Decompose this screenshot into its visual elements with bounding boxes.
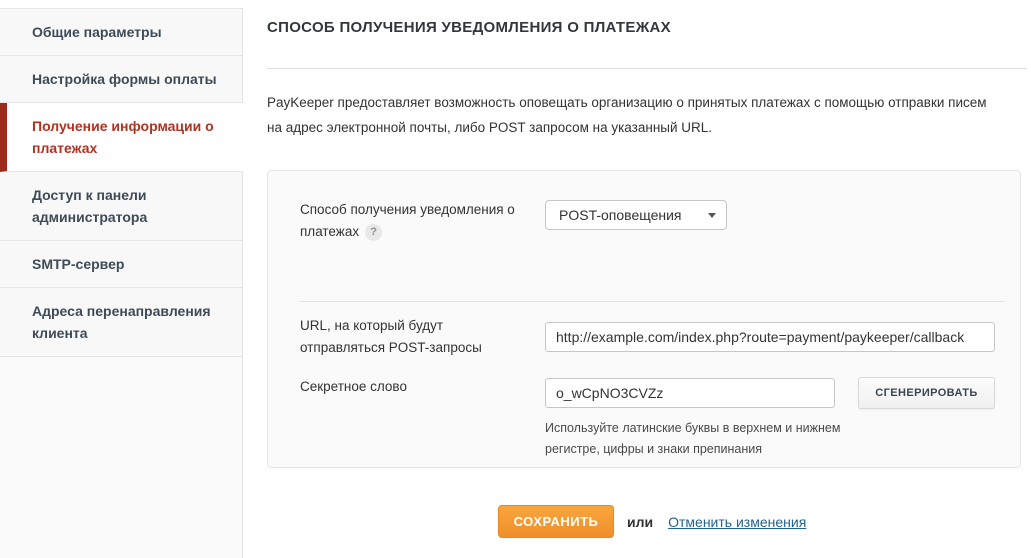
or-label: или bbox=[627, 513, 654, 530]
intro-text: PayKeeper предоставляет возможность опов… bbox=[267, 90, 987, 140]
title-divider bbox=[267, 68, 1027, 69]
secret-word-label: Секретное слово bbox=[300, 379, 407, 394]
sidebar-item-admin-access[interactable]: Доступ к панели администратора bbox=[0, 172, 242, 241]
post-url-label: URL, на который будут отправляться POST-… bbox=[300, 318, 482, 355]
sidebar-item-payment-form[interactable]: Настройка формы оплаты bbox=[0, 56, 242, 103]
generate-secret-button[interactable]: СГЕНЕРИРОВАТЬ bbox=[858, 377, 995, 409]
sidebar-item-redirect-urls[interactable]: Адреса перенаправления клиента bbox=[0, 288, 242, 357]
help-icon[interactable]: ? bbox=[365, 224, 383, 241]
save-button[interactable]: СОХРАНИТЬ bbox=[498, 505, 614, 538]
form-actions: СОХРАНИТЬ или Отменить изменения bbox=[498, 505, 806, 538]
notify-method-label-text: Способ получения уведомления о платежах bbox=[300, 202, 515, 239]
intro-line-2: на адрес электронной почты, либо POST за… bbox=[267, 120, 713, 135]
notify-method-selected-value: POST-оповещения bbox=[559, 207, 682, 223]
post-url-input[interactable] bbox=[545, 322, 995, 352]
cancel-changes-link[interactable]: Отменить изменения bbox=[668, 514, 806, 530]
intro-line-1: PayKeeper предоставляет возможность опов… bbox=[267, 95, 987, 110]
settings-sidebar: Общие параметры Настройка формы оплаты П… bbox=[0, 8, 243, 558]
notification-settings-panel: Способ получения уведомления о платежах?… bbox=[267, 170, 1021, 468]
chevron-down-icon bbox=[708, 213, 716, 218]
settings-content: СПОСОБ ПОЛУЧЕНИЯ УВЕДОМЛЕНИЯ О ПЛАТЕЖАХ … bbox=[267, 0, 1027, 558]
secret-word-hint: Используйте латинские буквы в верхнем и … bbox=[545, 421, 841, 456]
secret-word-input[interactable] bbox=[545, 378, 835, 408]
notify-method-select[interactable]: POST-оповещения bbox=[545, 200, 727, 230]
sidebar-item-general-params[interactable]: Общие параметры bbox=[0, 9, 242, 56]
sidebar-item-payment-info[interactable]: Получение информации о платежах bbox=[0, 103, 243, 172]
notify-method-label: Способ получения уведомления о платежах? bbox=[300, 199, 528, 243]
sidebar-item-smtp-server[interactable]: SMTP-сервер bbox=[0, 241, 242, 288]
panel-divider bbox=[300, 301, 1004, 302]
page-title: СПОСОБ ПОЛУЧЕНИЯ УВЕДОМЛЕНИЯ О ПЛАТЕЖАХ bbox=[267, 19, 671, 36]
